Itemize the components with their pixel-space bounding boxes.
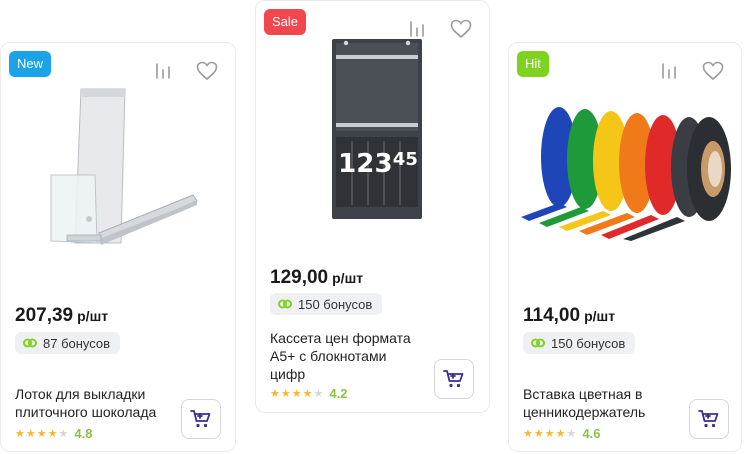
compare-icon[interactable] xyxy=(657,59,681,83)
star-icon: ★ xyxy=(291,387,302,400)
bonus-text: 150 бонусов xyxy=(551,335,626,351)
new-badge: New xyxy=(9,51,52,77)
cassette-digits: 1 2 3 4 5 xyxy=(338,149,418,179)
bonus-text: 87 бонусов xyxy=(43,335,111,351)
rating-stars: ★ ★ ★ ★ ★ xyxy=(523,428,576,440)
heart-icon[interactable] xyxy=(195,59,219,83)
bonus-badge: 150 бонусов xyxy=(523,332,636,354)
add-to-cart-button[interactable] xyxy=(181,399,221,439)
star-icon: ★ xyxy=(25,427,36,440)
rating-stars: ★ ★ ★ ★ ★ xyxy=(270,388,323,400)
star-icon: ★ xyxy=(555,427,566,440)
star-icon: ★ xyxy=(313,387,324,400)
sale-badge: Sale xyxy=(264,9,307,35)
star-icon: ★ xyxy=(544,427,555,440)
star-icon: ★ xyxy=(58,427,69,440)
star-icon: ★ xyxy=(302,387,313,400)
product-image-price-cassette[interactable]: 1 2 3 4 5 xyxy=(332,37,422,221)
link-icon xyxy=(278,297,292,312)
add-to-cart-button[interactable] xyxy=(689,399,729,439)
bonus-text: 150 бонусов xyxy=(298,296,373,312)
compare-icon[interactable] xyxy=(151,59,175,83)
rating-value: 4.6 xyxy=(582,426,601,441)
add-to-cart-button[interactable] xyxy=(434,359,474,399)
price-unit: р/шт xyxy=(584,308,616,324)
product-title[interactable]: Лоток для выкладки плиточного шоколада xyxy=(15,385,185,421)
product-image-chocolate-tray[interactable] xyxy=(37,83,201,253)
rating-value: 4.2 xyxy=(329,386,348,401)
star-icon: ★ xyxy=(270,387,280,400)
rating-value: 4.8 xyxy=(74,426,93,441)
star-icon: ★ xyxy=(533,427,544,440)
cart-icon xyxy=(698,410,719,428)
product-card[interactable]: Sale 1 2 3 4 5 129,00 р/шт 150 бонусов К… xyxy=(255,0,490,413)
bonus-badge: 87 бонусов xyxy=(15,332,121,354)
rating: ★ ★ ★ ★ ★ 4.2 xyxy=(270,386,347,401)
cart-icon xyxy=(190,410,211,428)
product-price: 114,00 xyxy=(523,305,581,326)
link-icon xyxy=(23,336,37,351)
heart-icon[interactable] xyxy=(701,59,725,83)
product-title[interactable]: Вставка цветная в ценникодержатель xyxy=(523,385,683,421)
rating: ★ ★ ★ ★ ★ 4.8 xyxy=(15,426,92,441)
heart-icon[interactable] xyxy=(449,17,473,41)
star-icon: ★ xyxy=(280,387,291,400)
rating-stars: ★ ★ ★ ★ ★ xyxy=(15,428,68,440)
hit-badge: Hit xyxy=(517,51,549,77)
product-price: 207,39 xyxy=(15,305,74,326)
product-card[interactable]: New 207,39 р/шт 87 бонусов Лоток для вык… xyxy=(0,42,236,452)
cart-icon xyxy=(443,370,464,388)
star-icon: ★ xyxy=(47,427,58,440)
star-icon: ★ xyxy=(566,427,577,440)
price-unit: р/шт xyxy=(332,270,364,286)
star-icon: ★ xyxy=(36,427,47,440)
link-icon xyxy=(531,336,545,351)
bonus-badge: 150 бонусов xyxy=(270,293,383,315)
product-card[interactable]: Hit 114,00 р/шт 150 бонусов Вставка цвет… xyxy=(508,42,742,452)
product-title[interactable]: Кассета цен формата А5+ с блокнотами циф… xyxy=(270,329,430,383)
star-icon: ★ xyxy=(523,427,533,440)
product-image-color-tape-rolls[interactable] xyxy=(519,99,741,241)
star-icon: ★ xyxy=(15,427,25,440)
rating: ★ ★ ★ ★ ★ 4.6 xyxy=(523,426,600,441)
product-price: 129,00 xyxy=(270,267,329,288)
price-unit: р/шт xyxy=(77,308,109,324)
